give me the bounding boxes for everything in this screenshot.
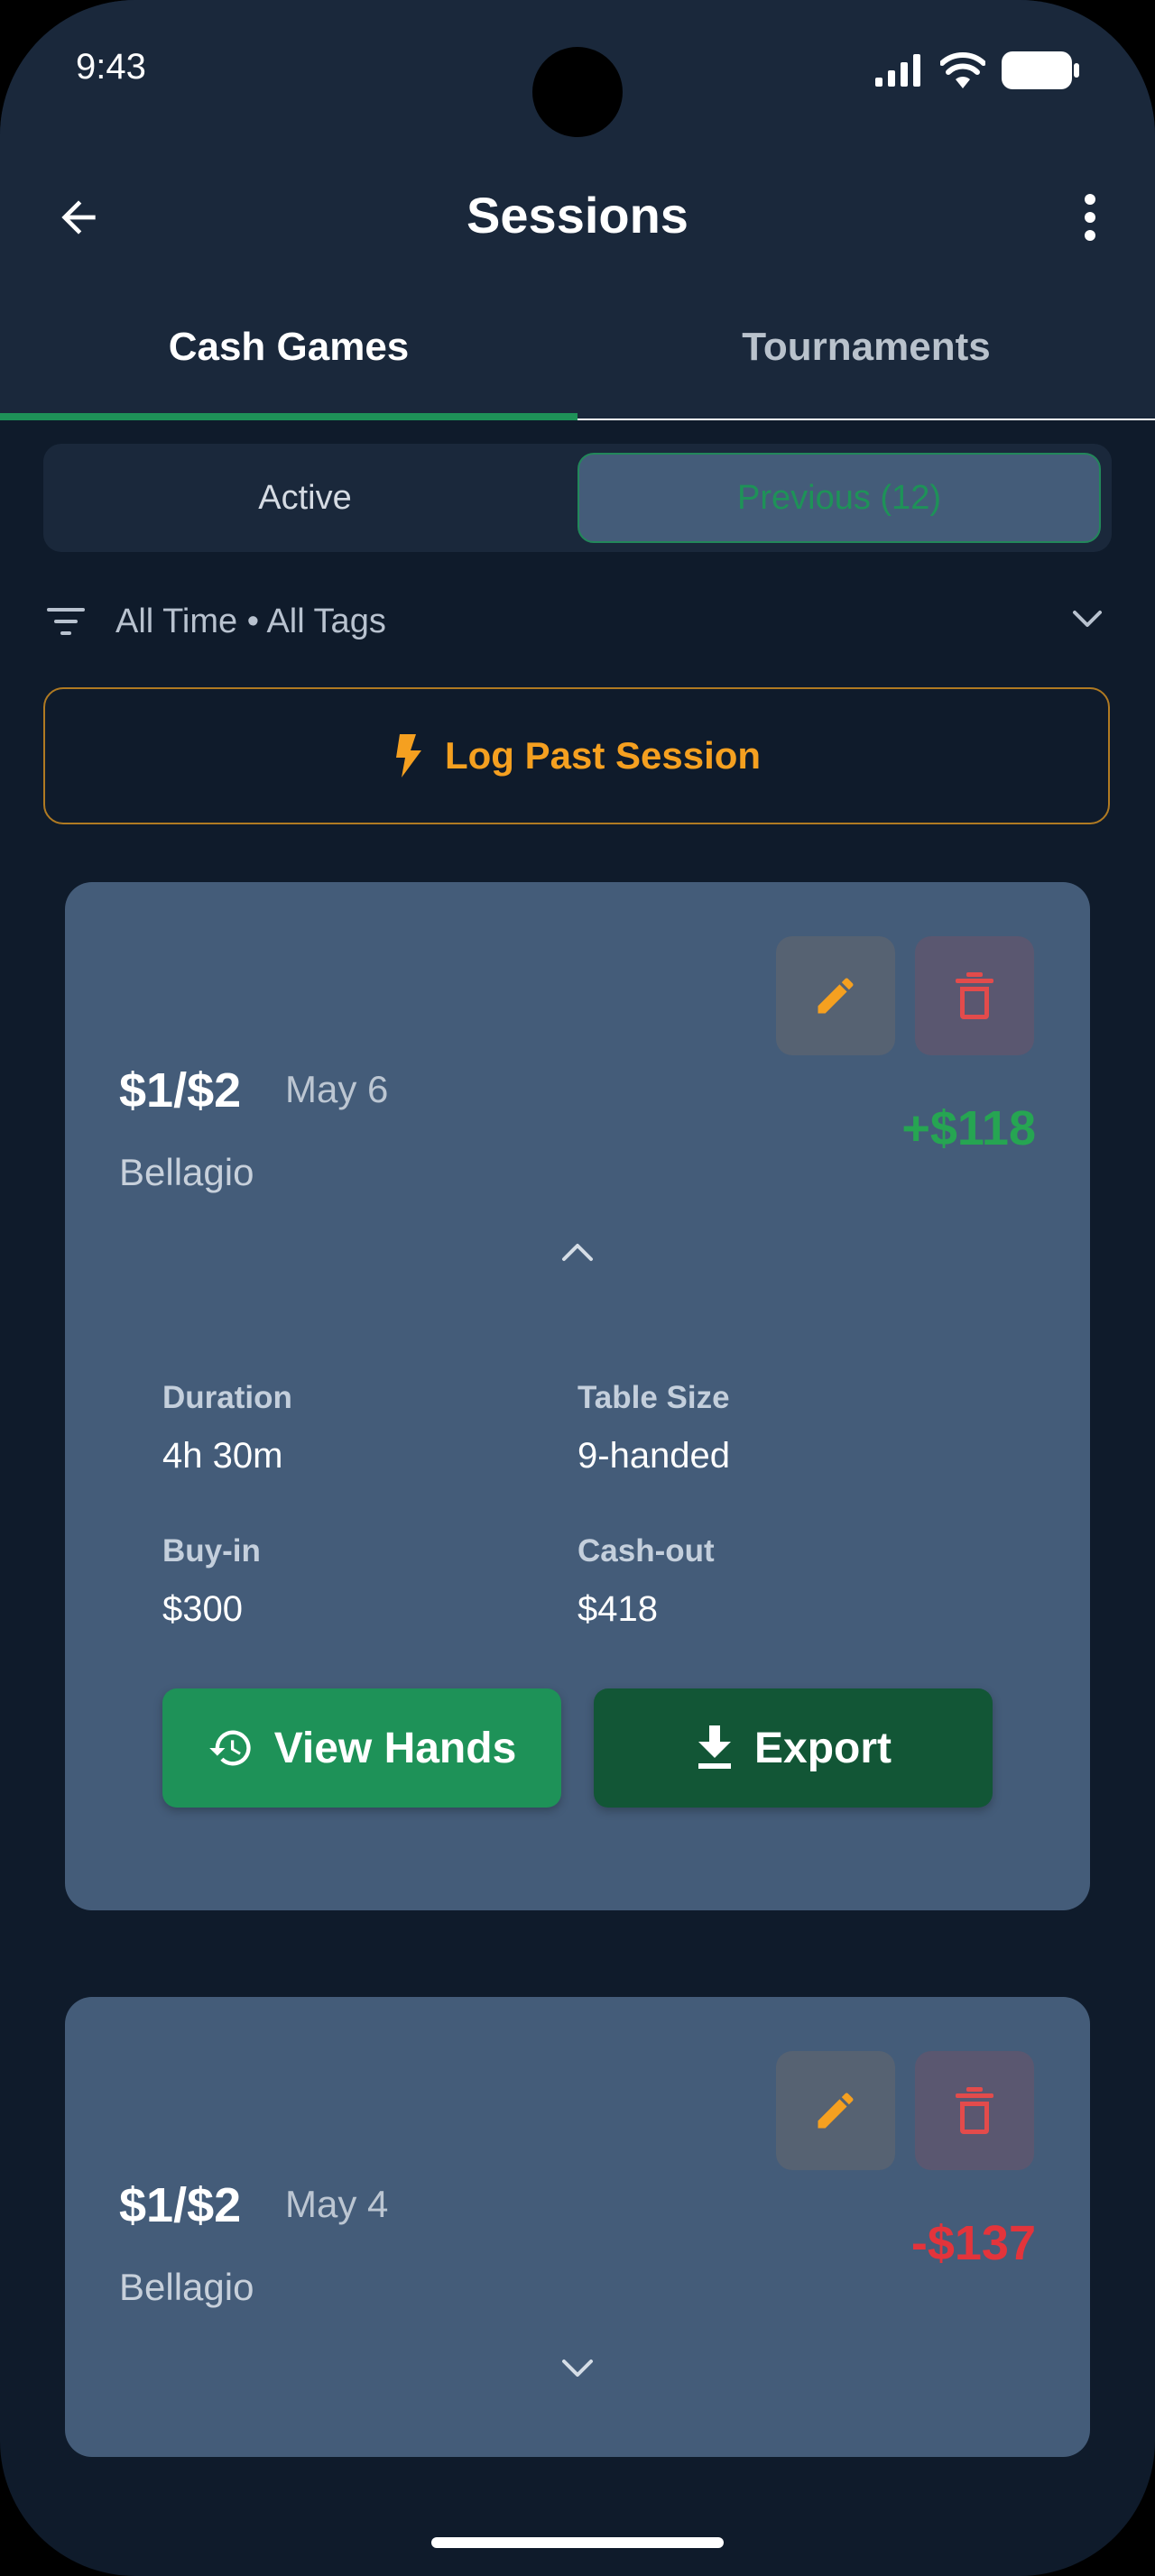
session-date: May 4 — [285, 2183, 389, 2225]
tab-indicator — [0, 413, 578, 420]
chevron-up-icon — [562, 1244, 593, 1261]
buyin-value: $300 — [162, 1589, 243, 1629]
expand-button[interactable] — [549, 2351, 606, 2387]
chevron-down-icon — [1073, 611, 1102, 627]
session-result: +$118 — [901, 1101, 1036, 1155]
log-past-session-button[interactable]: Log Past Session — [43, 687, 1110, 824]
trash-icon — [956, 972, 993, 1019]
view-hands-label: View Hands — [273, 1724, 517, 1772]
cashout-label: Cash-out — [578, 1533, 715, 1569]
chevron-down-icon — [562, 2360, 593, 2377]
export-label: Export — [753, 1724, 892, 1772]
session-card[interactable]: $1/$2 May 4 Bellagio -$137 — [65, 1997, 1090, 2457]
filter-dropdown[interactable]: All Time • All Tags — [43, 592, 1112, 655]
segment-active[interactable]: Active — [52, 453, 558, 543]
more-options-button[interactable] — [1068, 186, 1112, 249]
delete-session-button[interactable] — [915, 936, 1034, 1055]
filter-icon — [47, 608, 85, 635]
table-size-value: 9-handed — [578, 1436, 731, 1476]
phone-screen: 9:43 Sessions Cash Games Tournaments Act… — [0, 0, 1155, 2576]
bolt-icon — [395, 734, 421, 777]
more-vert-icon — [1085, 194, 1095, 241]
camera-cutout — [532, 47, 623, 137]
filter-summary: All Time • All Tags — [116, 603, 386, 640]
log-past-session-label: Log Past Session — [444, 734, 762, 777]
wifi-icon — [940, 52, 985, 88]
battery-icon — [1002, 51, 1079, 89]
collapse-button[interactable] — [549, 1234, 606, 1270]
download-icon — [698, 1725, 731, 1769]
status-time: 9:43 — [76, 47, 146, 87]
segment-previous[interactable]: Previous (12) — [578, 453, 1101, 543]
duration-label: Duration — [162, 1380, 292, 1415]
pencil-icon — [818, 2093, 854, 2129]
export-button[interactable]: Export — [594, 1688, 993, 1808]
session-stakes: $1/$2 — [119, 1063, 242, 1118]
trash-icon — [956, 2087, 993, 2134]
duration-value: 4h 30m — [162, 1436, 283, 1476]
delete-session-button[interactable] — [915, 2051, 1034, 2170]
tab-cash-games[interactable]: Cash Games — [0, 325, 578, 370]
view-hands-button[interactable]: View Hands — [162, 1688, 561, 1808]
session-date: May 6 — [285, 1068, 389, 1110]
buyin-label: Buy-in — [162, 1533, 261, 1569]
home-indicator[interactable] — [431, 2537, 724, 2548]
table-size-label: Table Size — [578, 1380, 730, 1415]
tab-tournaments[interactable]: Tournaments — [578, 325, 1155, 370]
session-stakes: $1/$2 — [119, 2178, 242, 2232]
status-icons — [873, 51, 1079, 90]
edit-session-button[interactable] — [776, 936, 895, 1055]
session-card[interactable]: $1/$2 May 6 Bellagio +$118 Duration 4h 3… — [65, 882, 1090, 1910]
signal-icon — [875, 54, 920, 87]
page-title: Sessions — [467, 187, 688, 244]
session-venue: Bellagio — [119, 1151, 254, 1193]
session-venue: Bellagio — [119, 2266, 254, 2308]
tab-divider — [578, 419, 1155, 420]
session-result: -$137 — [910, 2216, 1036, 2270]
history-icon — [208, 1730, 251, 1766]
pencil-icon — [818, 978, 854, 1014]
edit-session-button[interactable] — [776, 2051, 895, 2170]
session-status-toggle: Active Previous (12) — [43, 444, 1112, 552]
cashout-value: $418 — [578, 1589, 658, 1629]
